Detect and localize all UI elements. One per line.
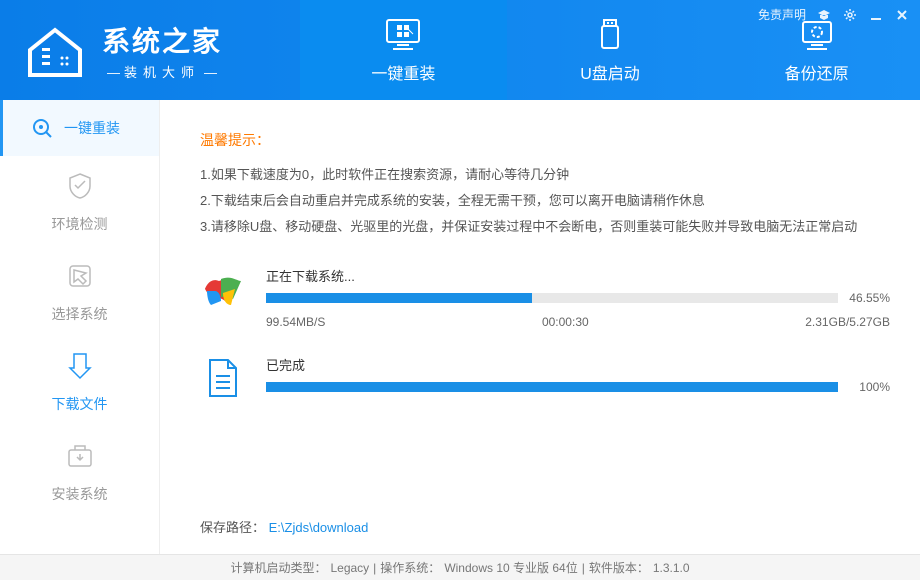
tips-line: 2.下载结束后会自动重启并完成系统的安装，全程无需干预，您可以离开电脑请稍作休息	[200, 188, 890, 214]
sidebar-item-env-check[interactable]: 环境检测	[0, 156, 159, 246]
document-icon	[200, 355, 246, 401]
sidebar-item-select-system[interactable]: 选择系统	[0, 246, 159, 336]
app-subtitle: 装机大师	[102, 62, 222, 81]
save-path-label: 保存路径：	[200, 520, 265, 535]
app-title: 系统之家	[102, 20, 222, 60]
completed-fill	[266, 382, 838, 392]
download-size: 2.31GB/5.27GB	[805, 315, 890, 329]
sidebar: 一键重装 环境检测 选择系统 下载文件 安装系统	[0, 100, 160, 554]
sidebar-item-label: 环境检测	[52, 214, 108, 234]
sidebar-item-label: 安装系统	[52, 484, 108, 504]
graduation-icon[interactable]	[816, 7, 832, 23]
target-icon	[30, 116, 54, 140]
monitor-icon	[383, 16, 423, 52]
tab-label: U盘启动	[580, 60, 640, 84]
minimize-icon[interactable]	[868, 7, 884, 23]
sidebar-item-install[interactable]: 安装系统	[0, 426, 159, 516]
tab-reinstall[interactable]: 一键重装	[300, 0, 507, 100]
os-value: Windows 10 专业版 64位	[444, 559, 577, 576]
download-body: 正在下载系统... 46.55% 99.54MB/S 00:00:30 2.31…	[266, 266, 890, 329]
logo-text: 系统之家 装机大师	[102, 20, 222, 81]
usb-icon	[590, 16, 630, 52]
select-icon	[62, 258, 98, 294]
boot-type-label: 计算机启动类型：	[230, 559, 326, 576]
main-content: 温馨提示： 1.如果下载速度为0，此时软件正在搜索资源，请耐心等待几分钟 2.下…	[160, 100, 920, 554]
tips-title: 温馨提示：	[200, 130, 890, 150]
download-elapsed: 00:00:30	[542, 315, 589, 329]
download-label: 正在下载系统...	[266, 266, 890, 285]
save-path-link[interactable]: E:\Zjds\download	[269, 520, 369, 535]
tips-line: 3.请移除U盘、移动硬盘、光驱里的光盘，并保证安装过程中不会断电，否则重装可能失…	[200, 214, 890, 240]
install-icon	[62, 438, 98, 474]
completed-percent: 100%	[846, 380, 890, 394]
sidebar-item-download[interactable]: 下载文件	[0, 336, 159, 426]
download-percent: 46.55%	[846, 291, 890, 305]
completed-body: 已完成 100%	[266, 355, 890, 401]
gear-icon[interactable]	[842, 7, 858, 23]
header: 系统之家 装机大师 一键重装 U盘启动 备份还原 免责声明	[0, 0, 920, 100]
logo-icon	[20, 20, 90, 80]
sidebar-header-label: 一键重装	[64, 118, 120, 138]
tips-line: 1.如果下载速度为0，此时软件正在搜索资源，请耐心等待几分钟	[200, 162, 890, 188]
os-label: 操作系统：	[380, 559, 440, 576]
download-stats: 99.54MB/S 00:00:30 2.31GB/5.27GB	[266, 315, 890, 329]
tab-label: 备份还原	[785, 60, 849, 84]
boot-type-value: Legacy	[330, 561, 369, 575]
windows-icon	[200, 266, 246, 312]
version-value: 1.3.1.0	[653, 561, 690, 575]
save-path: 保存路径： E:\Zjds\download	[200, 517, 368, 536]
tab-label: 一键重装	[371, 60, 435, 84]
completed-bar	[266, 382, 838, 392]
version-label: 软件版本：	[589, 559, 649, 576]
download-speed: 99.54MB/S	[266, 315, 325, 329]
title-controls: 免责声明	[758, 6, 910, 23]
download-bar	[266, 293, 838, 303]
logo-area: 系统之家 装机大师	[0, 0, 300, 100]
download-fill	[266, 293, 532, 303]
download-icon	[62, 348, 98, 384]
sidebar-item-label: 选择系统	[52, 304, 108, 324]
tab-usb-boot[interactable]: U盘启动	[507, 0, 714, 100]
download-progress: 正在下载系统... 46.55% 99.54MB/S 00:00:30 2.31…	[200, 266, 890, 329]
shield-icon	[62, 168, 98, 204]
close-icon[interactable]	[894, 7, 910, 23]
sidebar-header[interactable]: 一键重装	[0, 100, 159, 156]
sidebar-item-label: 下载文件	[52, 394, 108, 414]
disclaimer-link[interactable]: 免责声明	[758, 6, 806, 23]
body: 一键重装 环境检测 选择系统 下载文件 安装系统 温馨提	[0, 100, 920, 554]
completed-progress: 已完成 100%	[200, 355, 890, 401]
footer: 计算机启动类型： Legacy | 操作系统： Windows 10 专业版 6…	[0, 554, 920, 580]
completed-label: 已完成	[266, 355, 890, 374]
